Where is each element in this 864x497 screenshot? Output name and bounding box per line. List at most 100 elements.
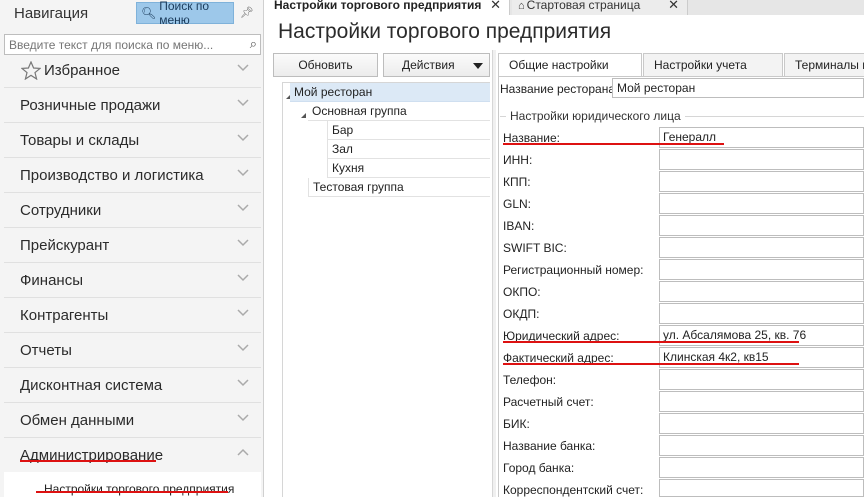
refresh-button-label: Обновить [298,58,353,72]
bank-name-label: Название банка: [503,439,596,453]
expand-triangle-icon[interactable] [301,113,306,118]
chevron-down-icon [237,63,249,73]
tab-label: Стартовая страница [526,0,641,12]
menu-search-input[interactable] [5,35,237,54]
bik-label: БИК: [503,417,530,431]
legal-entity-group-title: Настройки юридического лица [506,109,685,123]
nav-subitem-enterprise-settings[interactable]: Настройки торгового предприятия [4,472,261,497]
nav-item-reports[interactable]: Отчеты [4,334,261,368]
chevron-down-icon [237,378,249,388]
highlight-underline [36,491,228,493]
iban-field[interactable] [659,215,864,236]
bik-field[interactable] [659,413,864,434]
nav-item-employees[interactable]: Сотрудники [4,194,261,228]
tab-accounting-settings[interactable]: Настройки учета [643,53,783,76]
nav-item-favorites[interactable]: Избранное [4,54,261,88]
okpo-field[interactable] [659,281,864,302]
nav-subitem-label: Настройки торгового предприятия [44,482,235,496]
pin-icon[interactable]: 📌︎ [240,6,254,19]
panel-splitter[interactable] [492,50,496,497]
close-icon[interactable]: ✕ [490,0,501,11]
nav-item-goods-warehouses[interactable]: Товары и склады [4,124,261,158]
highlight-underline [20,460,156,462]
tree-node-root[interactable]: Мой ресторан [290,83,490,102]
restaurant-name-label: Название ресторана: [500,82,619,96]
bank-city-label: Город банка: [503,461,575,475]
nav-item-label: Избранное [44,62,121,79]
okdp-field[interactable] [659,303,864,324]
tab-divider [498,76,864,77]
tab-start-page[interactable]: ⌂ Стартовая страница ✕ [512,0,688,15]
inn-label: ИНН: [503,153,533,167]
caret-down-icon [473,63,483,69]
nav-item-finance[interactable]: Финансы [4,264,261,298]
phone-label: Телефон: [503,373,557,387]
nav-item-administration[interactable]: Администрирование [4,439,261,473]
tree-node-kitchen[interactable]: Кухня [327,159,490,178]
star-icon [21,61,41,80]
nav-item-label: Сотрудники [20,202,102,219]
menu-search-field[interactable]: ⌕ [4,34,261,55]
menu-search-button-label: Поиск по меню [159,0,209,27]
bank-city-field[interactable] [659,457,864,478]
chevron-up-icon [237,448,249,458]
tab-enterprise-settings[interactable]: Настройки торгового предприятия ✕ [268,0,510,15]
tree-node-test-group[interactable]: Тестовая группа [308,178,490,197]
kpp-field[interactable] [659,171,864,192]
nav-item-label: Дисконтная система [20,377,163,394]
phone-field[interactable] [659,369,864,390]
nav-item-price-list[interactable]: Прейскурант [4,229,261,263]
nav-item-label: Прейскурант [20,237,110,254]
tree-node-main-group[interactable]: Основная группа [308,102,490,121]
iban-label: IBAN: [503,219,535,233]
nav-item-discount-system[interactable]: Дисконтная система [4,369,261,403]
nav-item-label: Обмен данными [20,412,135,429]
tab-label: Настройки торгового предприятия [274,0,482,12]
tree-node-bar[interactable]: Бар [327,121,490,140]
swift-bic-field[interactable] [659,237,864,258]
actions-button[interactable]: Действия [383,53,490,77]
kpp-label: КПП: [503,175,531,189]
search-icon: 🔍︎ [141,6,157,20]
home-icon: ⌂ [518,0,525,12]
nav-item-retail[interactable]: Розничные продажи [4,89,261,123]
tab-terminals[interactable]: Терминалы и у [784,53,864,76]
nav-item-counterparties[interactable]: Контрагенты [4,299,261,333]
navigation-header: Навигация 🔍︎ Поиск по меню 📌︎ [0,0,264,28]
chevron-down-icon [237,343,249,353]
nav-item-label: Отчеты [20,342,72,359]
nav-item-production-logistics[interactable]: Производство и логистика [4,159,261,193]
chevron-down-icon [237,273,249,283]
bank-account-label: Расчетный счет: [503,395,594,409]
tree-node-hall[interactable]: Зал [327,140,490,159]
okpo-label: ОКПО: [503,285,541,299]
navigation-title: Навигация [14,5,89,22]
menu-search-button[interactable]: 🔍︎ Поиск по меню [136,0,234,27]
swift-bic-label: SWIFT BIC: [503,241,567,255]
bank-account-field[interactable] [659,391,864,412]
inn-field[interactable] [659,149,864,170]
page-title: Настройки торгового предприятия [278,20,612,43]
nav-item-data-exchange[interactable]: Обмен данными [4,404,261,438]
chevron-down-icon [237,168,249,178]
highlight-underline [503,363,799,365]
restaurant-name-field[interactable]: Мой ресторан [612,78,864,98]
refresh-button[interactable]: Обновить [273,53,378,77]
chevron-down-icon [237,238,249,248]
close-icon[interactable]: ✕ [668,0,679,11]
search-icon[interactable]: ⌕ [250,36,257,52]
actions-button-label: Действия [402,58,455,72]
chevron-down-icon [237,308,249,318]
correspondent-account-field[interactable] [659,479,864,497]
okdp-label: ОКДП: [503,307,540,321]
bank-name-field[interactable] [659,435,864,456]
chevron-down-icon [237,133,249,143]
registration-number-label: Регистрационный номер: [503,263,644,277]
nav-item-label: Товары и склады [20,132,140,149]
nav-item-label: Производство и логистика [20,167,204,184]
gln-field[interactable] [659,193,864,214]
highlight-underline [503,143,724,145]
registration-number-field[interactable] [659,259,864,280]
tab-general-settings[interactable]: Общие настройки [498,53,642,77]
chevron-down-icon [237,98,249,108]
